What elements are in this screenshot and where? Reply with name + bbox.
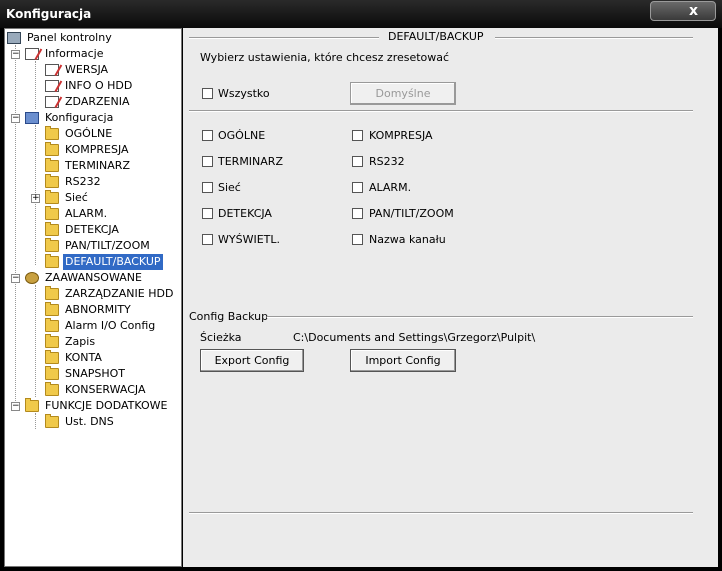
- tree-item-konserwacja[interactable]: KONSERWACJA: [45, 382, 179, 398]
- window-title: Konfiguracja: [6, 7, 92, 21]
- tree-item-abnormity[interactable]: ABNORMITY: [45, 302, 179, 318]
- folder-icon: [45, 190, 59, 204]
- folder-icon: [45, 174, 59, 188]
- tree-item-info-hdd[interactable]: INFO O HDD: [45, 78, 179, 94]
- folder-icon: [45, 254, 59, 268]
- folder-icon: [45, 238, 59, 252]
- folder-icon: [45, 222, 59, 236]
- folder-icon: [45, 286, 59, 300]
- folder-icon: [45, 206, 59, 220]
- folder-icon: [45, 350, 59, 364]
- collapse-konfiguracja-icon[interactable]: −: [11, 114, 20, 123]
- tree-item-zapis[interactable]: Zapis: [45, 334, 179, 350]
- option-nazwa-kanalu-checkbox[interactable]: [352, 234, 363, 245]
- option-ogolne-checkbox[interactable]: [202, 130, 213, 141]
- collapse-informacje-icon[interactable]: −: [11, 50, 20, 59]
- path-value: C:\Documents and Settings\Grzegorz\Pulpi…: [293, 331, 536, 344]
- document-icon: [25, 48, 39, 60]
- tree-item-default-backup[interactable]: DEFAULT/BACKUP: [45, 254, 179, 270]
- document-icon: [45, 96, 59, 108]
- import-config-button[interactable]: Import Config: [350, 349, 456, 372]
- folder-icon: [45, 158, 59, 172]
- option-kompresja-label: KOMPRESJA: [369, 129, 433, 142]
- folder-icon: [45, 334, 59, 348]
- tree-item-alarm[interactable]: ALARM.: [45, 206, 179, 222]
- option-siec-label: Sieć: [218, 181, 241, 194]
- folder-icon: [45, 142, 59, 156]
- folder-icon: [45, 126, 59, 140]
- option-detekcja-label: DETEKCJA: [218, 207, 272, 220]
- option-kompresja-checkbox[interactable]: [352, 130, 363, 141]
- backup-title: Config Backup: [189, 310, 269, 323]
- tree-item-siec[interactable]: Sieć: [45, 190, 179, 206]
- tree-item-detekcja[interactable]: DETEKCJA: [45, 222, 179, 238]
- config-window: Konfiguracja x Panel kontrolny − Informa…: [0, 0, 722, 571]
- tree-item-alarm-io[interactable]: Alarm I/O Config: [45, 318, 179, 334]
- gear-icon: [25, 272, 39, 284]
- tree-item-wersja[interactable]: WERSJA: [45, 62, 179, 78]
- option-alarm-label: ALARM.: [369, 181, 412, 194]
- navigation-tree: Panel kontrolny − Informacje WERSJA INFO…: [4, 28, 182, 567]
- tree-item-zarzadzanie-hdd[interactable]: ZARZĄDZANIE HDD: [45, 286, 179, 302]
- folder-icon: [45, 302, 59, 316]
- tree-item-funkcje-dodatkowe[interactable]: FUNKCJE DODATKOWE: [25, 398, 179, 414]
- close-icon: x: [689, 3, 699, 19]
- tree-item-zaawansowane[interactable]: ZAAWANSOWANE: [25, 270, 179, 286]
- folder-icon: [45, 382, 59, 396]
- all-checkbox[interactable]: [202, 88, 213, 99]
- option-wyswietl-label: WYŚWIETL.: [218, 233, 280, 246]
- folder-icon: [45, 414, 59, 428]
- monitor-icon: [7, 32, 21, 44]
- title-bar: Konfiguracja x: [0, 0, 722, 28]
- option-rs232-label: RS232: [369, 155, 405, 168]
- expand-siec-icon[interactable]: +: [31, 194, 40, 203]
- all-label: Wszystko: [218, 87, 270, 100]
- option-terminarz-label: TERMINARZ: [218, 155, 283, 168]
- section-title: DEFAULT/BACKUP: [388, 30, 484, 43]
- option-ptz-checkbox[interactable]: [352, 208, 363, 219]
- option-detekcja-checkbox[interactable]: [202, 208, 213, 219]
- instruction-text: Wybierz ustawienia, które chcesz zreseto…: [200, 51, 450, 64]
- option-ogolne-label: OGÓLNE: [218, 129, 266, 142]
- tree-item-kompresja[interactable]: KOMPRESJA: [45, 142, 179, 158]
- tree-item-konta[interactable]: KONTA: [45, 350, 179, 366]
- option-siec-checkbox[interactable]: [202, 182, 213, 193]
- path-label: Ścieżka: [200, 331, 242, 344]
- option-terminarz-checkbox[interactable]: [202, 156, 213, 167]
- tree-item-zdarzenia[interactable]: ZDARZENIA: [45, 94, 179, 110]
- document-icon: [45, 64, 59, 76]
- tree-root-label: Panel kontrolny: [27, 31, 112, 44]
- collapse-funkcje-icon[interactable]: −: [11, 402, 20, 411]
- document-icon: [45, 80, 59, 92]
- folder-icon: [45, 318, 59, 332]
- tree-item-rs232[interactable]: RS232: [45, 174, 179, 190]
- tree-item-ust-dns[interactable]: Ust. DNS: [45, 414, 179, 430]
- tree-item-ptz[interactable]: PAN/TILT/ZOOM: [45, 238, 179, 254]
- folder-icon: [45, 366, 59, 380]
- tree-item-snapshot[interactable]: SNAPSHOT: [45, 366, 179, 382]
- option-nazwa-kanalu-label: Nazwa kanału: [369, 233, 446, 246]
- tree-item-konfiguracja[interactable]: Konfiguracja: [25, 110, 179, 126]
- option-alarm-checkbox[interactable]: [352, 182, 363, 193]
- tree-item-ogolne[interactable]: OGÓLNE: [45, 126, 179, 142]
- collapse-zaawansowane-icon[interactable]: −: [11, 274, 20, 283]
- option-ptz-label: PAN/TILT/ZOOM: [369, 207, 454, 220]
- tree-item-terminarz[interactable]: TERMINARZ: [45, 158, 179, 174]
- close-button[interactable]: x: [650, 1, 716, 21]
- settings-panel: DEFAULT/BACKUP Wybierz ustawienia, które…: [183, 28, 718, 567]
- tools-icon: [25, 112, 39, 124]
- export-config-button[interactable]: Export Config: [200, 349, 304, 372]
- option-rs232-checkbox[interactable]: [352, 156, 363, 167]
- tree-item-informacje[interactable]: Informacje: [25, 46, 179, 62]
- default-button[interactable]: Domyślne: [350, 82, 456, 105]
- folder-icon: [25, 398, 39, 412]
- option-wyswietl-checkbox[interactable]: [202, 234, 213, 245]
